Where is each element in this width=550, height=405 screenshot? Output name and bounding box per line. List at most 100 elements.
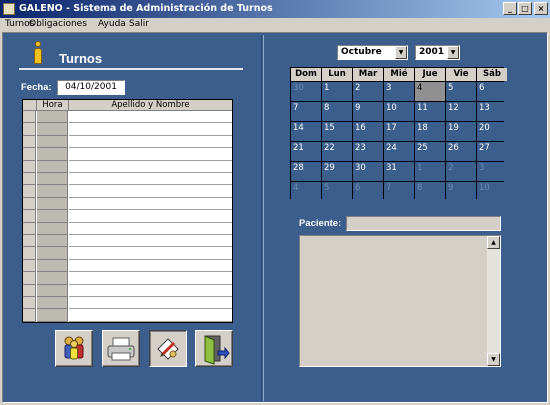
grid-row-selector[interactable] bbox=[23, 123, 36, 136]
calendar-day[interactable]: 6 bbox=[353, 182, 383, 201]
calendar-day[interactable]: 4 bbox=[415, 82, 445, 101]
calendar-day[interactable]: 6 bbox=[477, 82, 507, 101]
calendar-day[interactable]: 17 bbox=[384, 122, 414, 141]
grid-row-selector[interactable] bbox=[23, 173, 36, 186]
calendar-day[interactable]: 8 bbox=[415, 182, 445, 201]
minimize-button[interactable]: _ bbox=[503, 2, 517, 15]
calendar-day[interactable]: 19 bbox=[446, 122, 476, 141]
grid-row-selector[interactable] bbox=[23, 272, 36, 285]
scroll-down-icon[interactable]: ▼ bbox=[487, 353, 500, 366]
calendar-day[interactable]: 25 bbox=[415, 142, 445, 161]
grid-nombre-cell[interactable] bbox=[69, 173, 232, 186]
menu-obligaciones[interactable]: Obligaciones bbox=[29, 19, 87, 29]
grid-hora-cell[interactable] bbox=[37, 135, 68, 149]
calendar-grid[interactable]: Dom Lun Mar Mié Jue Vie Sáb 30 1 2 3 4 5 6 7 8 9 10 11 12 13… bbox=[290, 67, 507, 201]
grid-row-selector[interactable] bbox=[23, 210, 36, 223]
calendar-day[interactable]: 26 bbox=[446, 142, 476, 161]
grid-hora-cell[interactable] bbox=[37, 309, 68, 322]
grid-nombre-cell[interactable] bbox=[69, 284, 232, 297]
grid-hora-cell[interactable] bbox=[37, 222, 68, 235]
grid-nombre-cell[interactable] bbox=[69, 210, 232, 223]
calendar-day[interactable]: 10 bbox=[384, 102, 414, 121]
grid-nombre-cell[interactable] bbox=[69, 123, 232, 136]
calendar-day[interactable]: 9 bbox=[353, 102, 383, 121]
grid-hora-cell[interactable] bbox=[37, 235, 68, 248]
calendar-day[interactable]: 8 bbox=[322, 102, 352, 121]
turnos-grid[interactable]: Hora Apellido y Nombre bbox=[22, 99, 233, 323]
scroll-up-icon[interactable]: ▲ bbox=[487, 236, 500, 249]
grid-hora-cell[interactable] bbox=[37, 259, 68, 273]
grid-hora-cell[interactable] bbox=[37, 111, 68, 124]
grid-hora-cell[interactable] bbox=[37, 185, 68, 198]
calendar-day[interactable]: 18 bbox=[415, 122, 445, 141]
calendar-day[interactable]: 22 bbox=[322, 142, 352, 161]
grid-hora-cell[interactable] bbox=[37, 210, 68, 223]
calendar-day[interactable]: 30 bbox=[353, 162, 383, 181]
patients-button[interactable] bbox=[55, 330, 93, 367]
grid-nombre-cell[interactable] bbox=[69, 135, 232, 149]
grid-row-selector[interactable] bbox=[23, 247, 36, 260]
calendar-day[interactable]: 20 bbox=[477, 122, 507, 141]
calendar-day[interactable]: 23 bbox=[353, 142, 383, 161]
grid-hora-cell[interactable] bbox=[37, 173, 68, 186]
grid-row-selector[interactable] bbox=[23, 284, 36, 297]
grid-nombre-cell[interactable] bbox=[69, 297, 232, 310]
calendar-day[interactable]: 13 bbox=[477, 102, 507, 121]
grid-hora-cell[interactable] bbox=[37, 247, 68, 260]
grid-row-selector[interactable] bbox=[23, 197, 36, 211]
grid-nombre-cell[interactable] bbox=[69, 222, 232, 235]
calendar-day[interactable]: 3 bbox=[384, 82, 414, 101]
grid-hora-cell[interactable] bbox=[37, 284, 68, 297]
grid-nombre-cell[interactable] bbox=[69, 111, 232, 124]
calendar-day[interactable]: 21 bbox=[291, 142, 321, 161]
year-dropdown-arrow-icon[interactable]: ▼ bbox=[447, 46, 459, 59]
paciente-notes[interactable]: ▲ ▼ bbox=[299, 235, 501, 367]
grid-hora-cell[interactable] bbox=[37, 197, 68, 211]
calendar-day[interactable]: 12 bbox=[446, 102, 476, 121]
calendar-day[interactable]: 15 bbox=[322, 122, 352, 141]
calendar-day[interactable]: 11 bbox=[415, 102, 445, 121]
calendar-day[interactable]: 1 bbox=[415, 162, 445, 181]
grid-row-selector[interactable] bbox=[23, 309, 36, 322]
exit-button[interactable] bbox=[195, 330, 233, 367]
calendar-day[interactable]: 1 bbox=[322, 82, 352, 101]
grid-hora-cell[interactable] bbox=[37, 148, 68, 161]
grid-nombre-cell[interactable] bbox=[69, 247, 232, 260]
calendar-day[interactable]: 5 bbox=[322, 182, 352, 201]
calendar-day[interactable]: 28 bbox=[291, 162, 321, 181]
calendar-day[interactable]: 14 bbox=[291, 122, 321, 141]
calendar-day[interactable]: 27 bbox=[477, 142, 507, 161]
calendar-day[interactable]: 9 bbox=[446, 182, 476, 201]
print-button[interactable] bbox=[102, 330, 140, 367]
month-dropdown-arrow-icon[interactable]: ▼ bbox=[395, 46, 407, 59]
notes-scrollbar[interactable]: ▲ ▼ bbox=[487, 236, 500, 366]
grid-row-selector[interactable] bbox=[23, 185, 36, 198]
grid-nombre-cell[interactable] bbox=[69, 160, 232, 173]
grid-nombre-cell[interactable] bbox=[69, 235, 232, 248]
calendar-day[interactable]: 10 bbox=[477, 182, 507, 201]
grid-hora-cell[interactable] bbox=[37, 123, 68, 136]
calendar-day[interactable]: 30 bbox=[291, 82, 321, 101]
grid-row-selector[interactable] bbox=[23, 235, 36, 248]
calendar-day[interactable]: 2 bbox=[353, 82, 383, 101]
month-select[interactable]: Octubre ▼ bbox=[337, 45, 408, 60]
grid-row-selector[interactable] bbox=[23, 222, 36, 235]
edit-button[interactable] bbox=[149, 330, 187, 367]
grid-nombre-cell[interactable] bbox=[69, 272, 232, 285]
grid-row-selector[interactable] bbox=[23, 297, 36, 310]
calendar-day[interactable]: 5 bbox=[446, 82, 476, 101]
grid-row-selector[interactable] bbox=[23, 111, 36, 124]
calendar-day[interactable]: 16 bbox=[353, 122, 383, 141]
grid-nombre-cell[interactable] bbox=[69, 148, 232, 161]
calendar-day[interactable]: 31 bbox=[384, 162, 414, 181]
calendar-day[interactable]: 3 bbox=[477, 162, 507, 181]
grid-row-selector[interactable] bbox=[23, 135, 36, 149]
calendar-day[interactable]: 2 bbox=[446, 162, 476, 181]
grid-nombre-cell[interactable] bbox=[69, 309, 232, 322]
menu-ayuda[interactable]: Ayuda bbox=[98, 19, 126, 29]
close-button[interactable]: × bbox=[534, 2, 548, 15]
calendar-day[interactable]: 24 bbox=[384, 142, 414, 161]
grid-nombre-cell[interactable] bbox=[69, 197, 232, 211]
paciente-field[interactable] bbox=[346, 216, 501, 231]
grid-hora-cell[interactable] bbox=[37, 272, 68, 285]
